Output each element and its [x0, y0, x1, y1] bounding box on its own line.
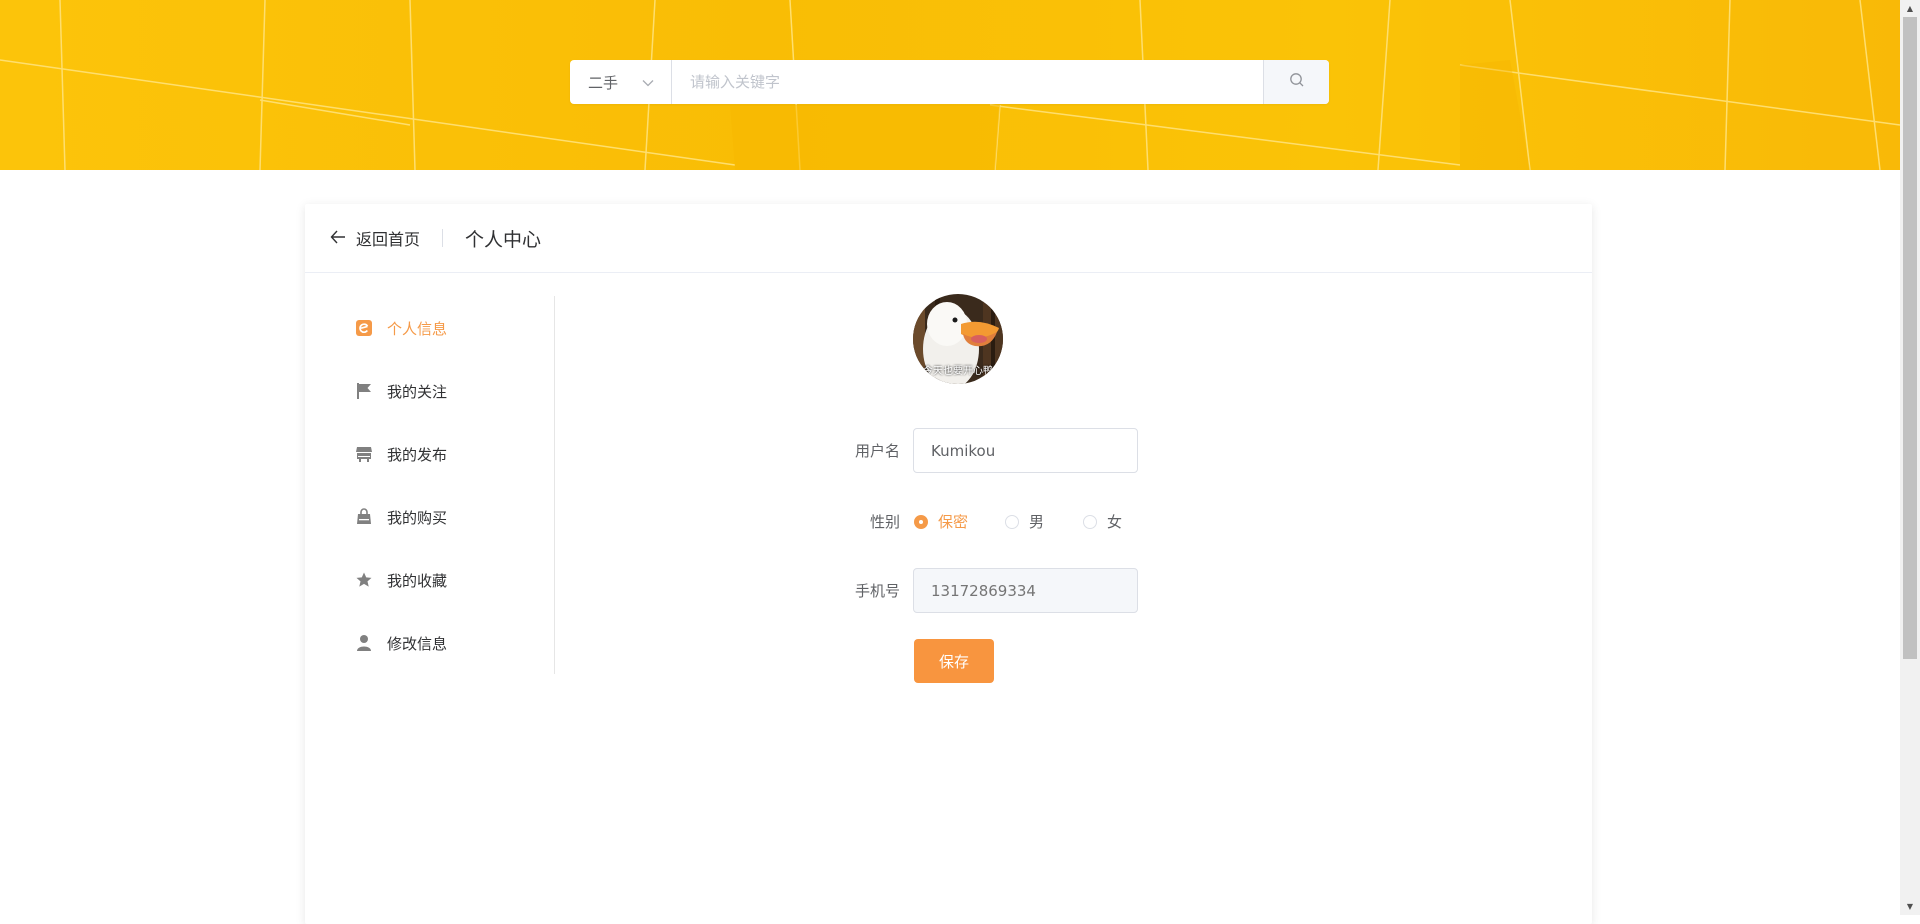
bag-icon	[355, 508, 373, 526]
gender-radio-secret[interactable]: 保密	[914, 511, 968, 532]
gender-option-label: 保密	[938, 513, 969, 531]
back-home-label: 返回首页	[356, 230, 421, 249]
scroll-down-arrow-icon[interactable]: ▼	[1900, 898, 1920, 915]
profile-icon	[355, 319, 373, 337]
arrow-left-icon	[330, 229, 346, 248]
sidebar-item-profile[interactable]: 个人信息	[355, 308, 535, 348]
phone-field	[913, 568, 1138, 613]
sidebar-item-label: 修改信息	[387, 634, 448, 653]
chevron-down-icon	[642, 73, 654, 91]
sidebar-item-purchases[interactable]: 我的购买	[355, 497, 535, 537]
gender-radio-male[interactable]: 男	[1005, 511, 1044, 532]
back-home-link[interactable]: 返回首页	[330, 226, 420, 250]
header-banner: 二手	[0, 0, 1900, 170]
user-icon	[355, 634, 373, 652]
scrollbar-thumb[interactable]	[1903, 17, 1917, 659]
username-label: 用户名	[854, 442, 900, 460]
card-header: 返回首页 个人中心	[305, 204, 1592, 273]
page-title: 个人中心	[465, 228, 542, 251]
search-category-value: 二手	[588, 73, 619, 92]
search-bar: 二手	[570, 60, 1329, 104]
sidebar-item-label: 我的关注	[387, 382, 448, 401]
radio-dot	[1005, 514, 1019, 529]
gender-option-label: 男	[1029, 513, 1045, 531]
gender-radio-female[interactable]: 女	[1083, 511, 1122, 532]
radio-dot	[914, 514, 928, 529]
search-icon	[1289, 72, 1305, 92]
page-scrollbar[interactable]: ▲ ▼	[1900, 0, 1920, 915]
sidebar-item-label: 我的收藏	[387, 571, 448, 590]
sidebar-menu: 个人信息 我的关注 我的发布 我的购买 我的收藏 修改信息	[305, 296, 555, 674]
gender-label: 性别	[869, 513, 900, 531]
sidebar-item-follows[interactable]: 我的关注	[355, 371, 535, 411]
search-button[interactable]	[1263, 60, 1329, 104]
scroll-up-arrow-icon[interactable]: ▲	[1900, 0, 1920, 17]
sidebar-item-edit-info[interactable]: 修改信息	[355, 623, 535, 663]
sidebar-item-favorites[interactable]: 我的收藏	[355, 560, 535, 600]
radio-dot	[1083, 514, 1097, 529]
header-divider	[442, 229, 444, 247]
avatar-caption: 今天也要开心鸭	[923, 366, 993, 377]
search-category-select[interactable]: 二手	[570, 60, 672, 104]
sidebar-item-label: 个人信息	[387, 319, 448, 338]
search-input[interactable]	[672, 60, 1263, 104]
sidebar-item-label: 我的购买	[387, 508, 448, 527]
username-field[interactable]	[913, 428, 1138, 473]
gender-option-label: 女	[1107, 513, 1123, 531]
save-button[interactable]: 保存	[914, 639, 994, 683]
star-icon	[355, 571, 373, 589]
sidebar-item-label: 我的发布	[387, 445, 448, 464]
avatar[interactable]: 今天也要开心鸭	[913, 294, 1003, 384]
phone-label: 手机号	[854, 582, 900, 600]
shop-icon	[355, 445, 373, 463]
personal-center-card: 返回首页 个人中心 个人信息 我的关注 我的发布 我的购买 我的收藏 修改信息 …	[305, 204, 1592, 924]
sidebar-item-posts[interactable]: 我的发布	[355, 434, 535, 474]
flag-icon	[355, 382, 373, 400]
